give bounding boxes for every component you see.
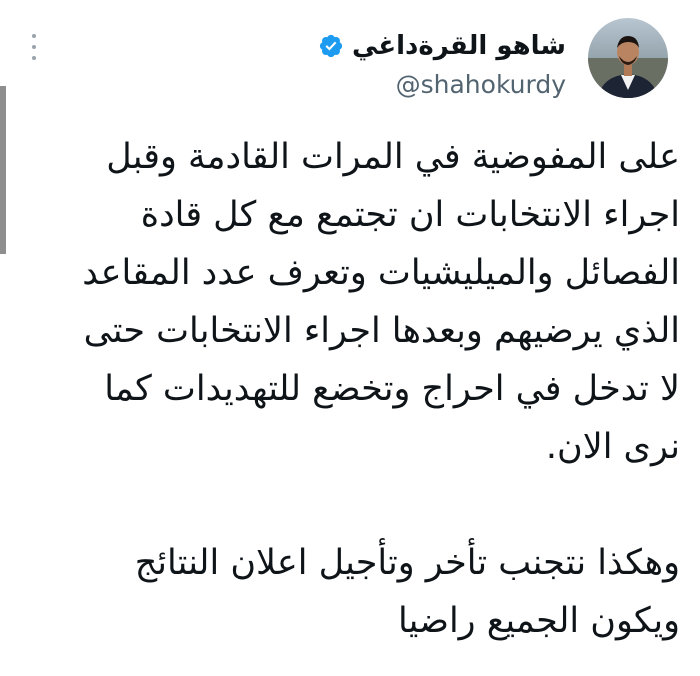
- tweet-text: على المفوضية في المرات القادمة وقبل اجرا…: [20, 128, 680, 650]
- tweet-line: اجراء الانتخابات ان تجتمع مع كل قادة: [140, 195, 680, 235]
- tweet-line: الذي يرضيهم وبعدها اجراء الانتخابات حتى: [83, 311, 680, 351]
- more-options-button[interactable]: [26, 34, 42, 60]
- tweet-line: الفصائل والميليشيات وتعرف عدد المقاعد: [82, 253, 680, 293]
- profile-photo: [588, 18, 668, 98]
- edge-scrollbar: [0, 86, 6, 254]
- author-handle[interactable]: @shahokurdy: [396, 70, 566, 99]
- tweet-line: على المفوضية في المرات القادمة وقبل: [106, 137, 680, 177]
- display-name[interactable]: شاهو القرةداغي: [352, 31, 566, 61]
- tweet-line: لا تدخل في احراج وتخضع للتهديدات كما: [104, 369, 680, 409]
- more-vertical-icon: [32, 34, 36, 38]
- tweet-line: ويكون الجميع راضيا: [398, 601, 680, 641]
- verified-badge-icon: [319, 34, 343, 58]
- author-row: شاهو القرةداغي: [318, 26, 566, 66]
- avatar[interactable]: [588, 18, 668, 98]
- tweet-line: نرى الان.: [545, 427, 680, 467]
- tweet-line: وهكذا نتجنب تأخر وتأجيل اعلان النتائج: [134, 543, 680, 583]
